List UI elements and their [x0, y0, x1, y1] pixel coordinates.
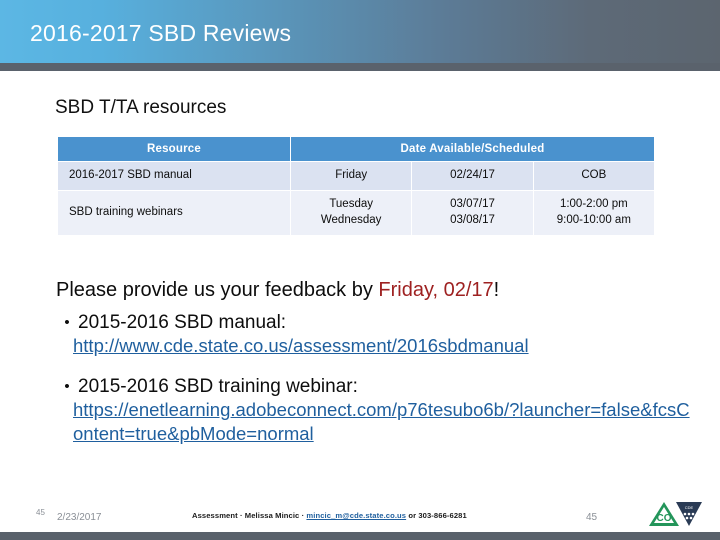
cell-day: Friday — [291, 162, 412, 190]
bullet-item-manual: • 2015-2016 SBD manual: http://www.cde.s… — [56, 312, 696, 358]
cde-logo: CO CDE — [648, 500, 704, 528]
column-header-date-available: Date Available/Scheduled — [291, 137, 654, 161]
link-sbd-training-webinar[interactable]: https://enetlearning.adobeconnect.com/p7… — [73, 398, 696, 445]
bullet-label-webinar: 2015-2016 SBD training webinar: — [78, 376, 358, 397]
logo-star-dot — [687, 512, 691, 516]
slide-header-accent-strip — [0, 63, 720, 71]
table-header-row: Resource Date Available/Scheduled — [58, 137, 654, 161]
footer-credit-suffix: or 303-866-6281 — [406, 511, 467, 520]
footer-credit-prefix: Assessment · Melissa Mincic · — [192, 511, 307, 520]
cell-time: COB — [533, 162, 654, 190]
table-head: Resource Date Available/Scheduled — [58, 137, 654, 161]
bullet-row: • 2015-2016 SBD training webinar: — [56, 376, 696, 398]
feedback-request-line: Please provide us your feedback by Frida… — [56, 279, 499, 302]
cell-time: 1:00-2:00 pm 9:00-10:00 am — [533, 190, 654, 235]
bullet-dot-icon: • — [64, 314, 70, 331]
footer-date: 2/23/2017 — [57, 512, 102, 523]
cell-day: Tuesday Wednesday — [291, 190, 412, 235]
table-body: 2016-2017 SBD manual Friday 02/24/17 COB… — [58, 162, 654, 235]
cell-date: 03/07/17 03/08/17 — [412, 190, 533, 235]
logo-star-dot — [685, 516, 689, 520]
table-row: SBD training webinars Tuesday Wednesday … — [58, 190, 654, 235]
content-heading: SBD T/TA resources — [55, 97, 227, 118]
cell-resource-name: SBD training webinars — [58, 190, 290, 235]
feedback-deadline: Friday, 02/17 — [378, 279, 494, 301]
logo-star-dot — [689, 516, 693, 520]
feedback-lead-text: Please provide us your feedback by — [56, 279, 379, 301]
logo-star-dot — [683, 512, 687, 516]
footer-email-link[interactable]: mincic_m@cde.state.co.us — [306, 511, 406, 520]
table-row: 2016-2017 SBD manual Friday 02/24/17 COB — [58, 162, 654, 190]
column-header-resource: Resource — [58, 137, 290, 161]
slide-title: 2016-2017 SBD Reviews — [30, 20, 292, 46]
bullet-dot-icon: • — [64, 378, 70, 395]
logo-co-text: CO — [657, 513, 672, 524]
footer-page-number: 45 — [586, 512, 598, 523]
logo-star-dot — [691, 512, 695, 516]
cde-logo-graphic: CO CDE — [649, 502, 702, 526]
cell-date: 02/24/17 — [412, 162, 533, 190]
feedback-trailing-punctuation: ! — [493, 279, 500, 301]
footer-credit: Assessment · Melissa Mincic · mincic_m@c… — [192, 511, 467, 520]
footer-accent-bar — [0, 532, 720, 540]
cell-resource-name: 2016-2017 SBD manual — [58, 162, 290, 190]
logo-navy-top-text: CDE — [685, 505, 694, 510]
link-sbd-manual[interactable]: http://www.cde.state.co.us/assessment/20… — [73, 334, 696, 358]
bullet-row: • 2015-2016 SBD manual: — [56, 312, 696, 334]
footer-page-number-small: 45 — [36, 508, 45, 517]
resources-table: Resource Date Available/Scheduled 2016-2… — [57, 136, 655, 236]
bullet-item-webinar: • 2015-2016 SBD training webinar: https:… — [56, 376, 696, 446]
bullet-label-manual: 2015-2016 SBD manual: — [78, 312, 287, 333]
